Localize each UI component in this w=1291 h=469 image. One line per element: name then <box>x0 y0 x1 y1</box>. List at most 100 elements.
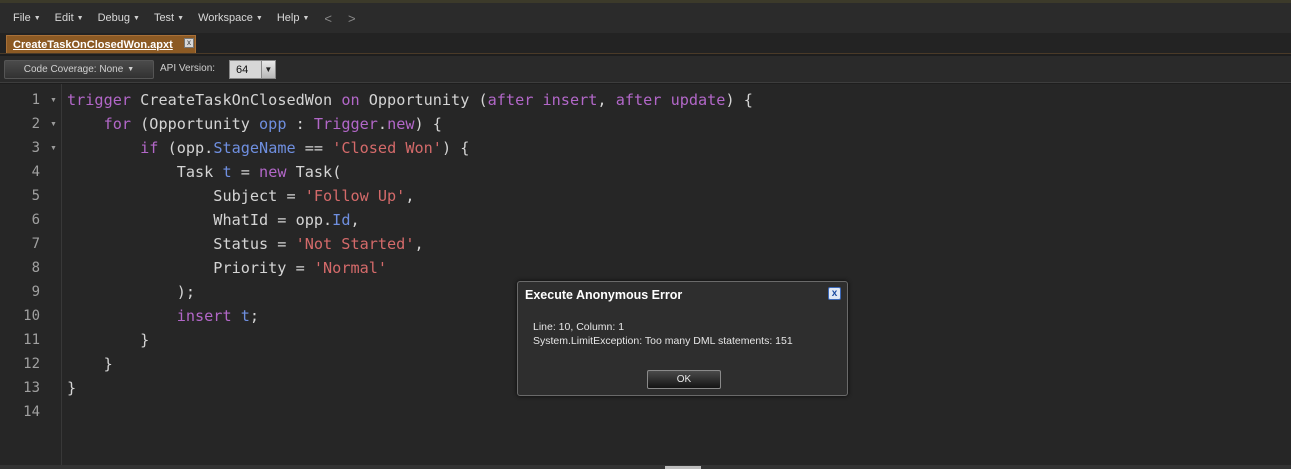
code-token: Id <box>332 211 351 229</box>
line-number-gutter: 1 ▼ 2 ▼ 3 ▼ 4 5 6 7 8 9 10 11 12 13 14 <box>0 84 62 465</box>
line-number: 7 <box>31 236 40 252</box>
code-token: 'Follow Up' <box>304 187 406 205</box>
menu-workspace[interactable]: Workspace ▼ <box>191 12 270 24</box>
code-line[interactable]: } <box>67 379 76 397</box>
code-token: opp <box>259 115 287 133</box>
chevron-down-icon: ▼ <box>255 14 263 22</box>
line-number: 11 <box>23 332 40 348</box>
code-token: insert <box>176 307 232 325</box>
menu-help[interactable]: Help ▼ <box>270 12 317 24</box>
code-line[interactable]: insert t; <box>67 307 259 325</box>
code-token: t <box>240 307 250 325</box>
code-token: , <box>414 235 424 253</box>
line-number: 14 <box>23 404 40 420</box>
menu-debug[interactable]: Debug ▼ <box>91 12 147 24</box>
fold-toggle-icon[interactable]: ▼ <box>50 121 57 128</box>
forward-arrow-icon[interactable]: > <box>340 11 364 26</box>
chevron-down-icon: ▼ <box>76 14 84 22</box>
close-icon[interactable]: x <box>828 287 841 300</box>
code-line[interactable]: if (opp.StageName == 'Closed Won') { <box>67 139 469 157</box>
code-line[interactable]: Priority = 'Normal' <box>67 259 387 277</box>
code-line[interactable]: Task t = new Task( <box>67 163 342 181</box>
menu-bar: File ▼ Edit ▼ Debug ▼ Test ▼ Workspace ▼ Help… <box>0 0 1291 33</box>
line-number: 9 <box>31 284 40 300</box>
code-line[interactable]: Status = 'Not Started', <box>67 235 424 253</box>
chevron-down-icon: ▼ <box>177 14 185 22</box>
code-token: after <box>487 91 534 109</box>
code-line[interactable]: for (Opportunity opp : Trigger.new) { <box>67 115 442 133</box>
code-token: Task( <box>286 163 342 181</box>
code-token: t <box>222 163 232 181</box>
chevron-down-icon: ▼ <box>33 14 41 22</box>
code-token: if <box>140 139 159 157</box>
code-token: Subject = <box>67 187 305 205</box>
code-token: ; <box>249 307 260 325</box>
close-icon[interactable]: x <box>184 38 194 48</box>
code-token: 'Not Started' <box>295 235 415 253</box>
line-number: 10 <box>23 308 40 324</box>
menu-test[interactable]: Test ▼ <box>147 12 191 24</box>
code-token: . <box>377 115 388 133</box>
code-line[interactable]: trigger CreateTaskOnClosedWon on Opportu… <box>67 91 753 109</box>
code-token: 'Normal' <box>313 259 388 277</box>
code-coverage-dropdown[interactable]: Code Coverage: None ▼ <box>4 60 154 79</box>
api-version-select[interactable]: 64 ▼ <box>229 60 276 79</box>
code-line[interactable]: ); <box>67 283 195 301</box>
line-number: 3 <box>31 140 40 156</box>
code-token: } <box>67 379 77 397</box>
error-message: System.LimitException: Too many DML stat… <box>533 335 793 347</box>
code-token: ) { <box>725 91 753 109</box>
menu-file[interactable]: File ▼ <box>6 12 48 24</box>
code-editor[interactable]: 1 ▼ 2 ▼ 3 ▼ 4 5 6 7 8 9 10 11 12 13 14 trigger CreateTas… <box>0 84 1291 465</box>
menu-file-label: File <box>13 12 31 24</box>
code-line[interactable]: } <box>67 355 113 373</box>
code-line[interactable]: } <box>67 331 149 349</box>
code-line[interactable]: WhatId = opp.Id, <box>67 211 359 229</box>
line-number: 8 <box>31 260 40 276</box>
code-token: trigger <box>67 91 132 109</box>
code-token: StageName <box>213 139 296 157</box>
menu-help-label: Help <box>276 12 300 24</box>
code-token: Status = <box>67 235 296 253</box>
code-line[interactable]: Subject = 'Follow Up', <box>67 187 415 205</box>
line-number: 13 <box>23 380 40 396</box>
menu-edit[interactable]: Edit ▼ <box>48 12 91 24</box>
code-token: (Opportunity <box>131 115 260 133</box>
menu-test-label: Test <box>153 12 175 24</box>
tab-createtaskonclosedwon[interactable]: CreateTaskOnClosedWon.apxt x <box>6 35 196 53</box>
code-token: Priority = <box>67 259 314 277</box>
code-token: : <box>286 115 314 133</box>
code-token: , <box>597 91 616 109</box>
tab-label: CreateTaskOnClosedWon.apxt <box>13 38 173 51</box>
dialog-title: Execute Anonymous Error <box>525 288 683 302</box>
chevron-down-icon: ▼ <box>127 66 135 73</box>
code-token: update <box>670 91 726 109</box>
line-number: 1 <box>31 92 40 108</box>
chevron-down-icon[interactable]: ▼ <box>260 61 275 78</box>
code-token: insert <box>542 91 598 109</box>
code-token: } <box>67 355 113 373</box>
code-token: CreateTaskOnClosedWon <box>131 91 342 109</box>
ok-button[interactable]: OK <box>647 370 721 389</box>
code-token: ); <box>67 283 196 301</box>
status-strip <box>0 465 1291 469</box>
code-token: Task <box>67 163 223 181</box>
code-token: = <box>231 163 260 181</box>
code-token: Opportunity ( <box>359 91 488 109</box>
api-version-label: API Version: <box>160 63 216 74</box>
code-token: == <box>295 139 333 157</box>
code-token: on <box>341 91 360 109</box>
ok-button-label: OK <box>676 374 692 385</box>
fold-toggle-icon[interactable]: ▼ <box>50 97 57 104</box>
menu-workspace-label: Workspace <box>198 12 253 24</box>
code-token: , <box>405 187 415 205</box>
menu-debug-label: Debug <box>97 12 130 24</box>
back-arrow-icon[interactable]: < <box>316 11 340 26</box>
fold-toggle-icon[interactable]: ▼ <box>50 145 57 152</box>
code-token: new <box>259 163 287 181</box>
chevron-down-icon: ▼ <box>302 14 310 22</box>
